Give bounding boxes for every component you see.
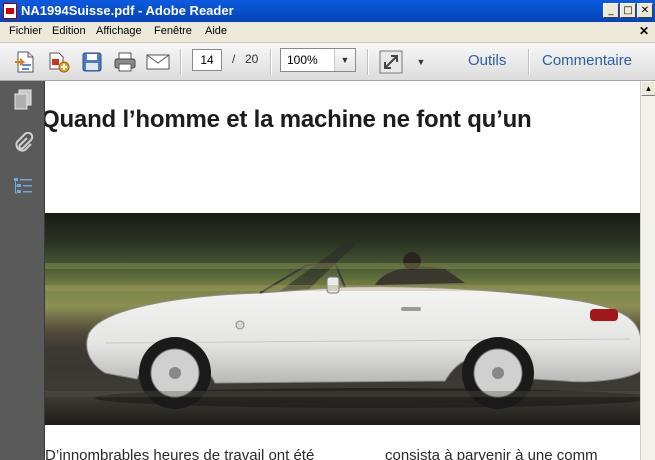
menu-affichage[interactable]: Affichage xyxy=(96,25,142,37)
close-button[interactable]: ✕ xyxy=(637,3,653,18)
window-controls: _ □ ✕ xyxy=(603,3,653,18)
zoom-dropdown-icon[interactable]: ▼ xyxy=(334,49,355,71)
document-close-icon[interactable]: ✕ xyxy=(639,24,649,38)
navigation-pane xyxy=(0,81,45,460)
minimize-button[interactable]: _ xyxy=(603,3,619,18)
motion-blur-band xyxy=(45,263,640,269)
toolbar-separator xyxy=(367,49,369,75)
email-icon[interactable] xyxy=(145,49,171,75)
toolbar-separator xyxy=(180,49,182,75)
window-title: NA1994Suisse.pdf - Adobe Reader xyxy=(21,3,234,18)
menu-fenetre[interactable]: Fenêtre xyxy=(154,25,192,37)
menu-aide[interactable]: Aide xyxy=(205,25,227,37)
print-icon[interactable] xyxy=(112,49,138,75)
zoom-select[interactable]: 100% ▼ xyxy=(280,48,356,72)
pdf-app-icon xyxy=(3,3,17,19)
scroll-up-arrow-icon[interactable]: ▲ xyxy=(641,81,655,96)
vertical-scrollbar[interactable]: ▲ xyxy=(640,81,655,460)
toolbar-separator xyxy=(270,49,272,75)
motion-blur-band xyxy=(45,285,640,291)
zoom-value: 100% xyxy=(287,53,318,67)
fit-page-icon[interactable] xyxy=(378,49,404,75)
body-text-column-1: D’innombrables heures de travail ont été xyxy=(45,447,315,460)
save-icon[interactable] xyxy=(79,49,105,75)
page-separator: / xyxy=(232,52,236,66)
toolbar-separator xyxy=(528,49,530,75)
menu-fichier[interactable]: Fichier xyxy=(9,25,42,37)
maximize-button[interactable]: □ xyxy=(620,3,636,18)
title-bar: NA1994Suisse.pdf - Adobe Reader _ □ ✕ xyxy=(0,0,655,22)
page-total: 20 xyxy=(245,52,259,66)
motion-blur-band xyxy=(45,391,640,397)
attachments-paperclip-icon[interactable] xyxy=(12,131,34,154)
document-page[interactable]: Quand l’homme et la machine ne font qu’u… xyxy=(45,81,640,460)
bookmarks-icon[interactable] xyxy=(12,176,34,198)
menu-edition[interactable]: Edition xyxy=(52,25,86,37)
roadster-photo xyxy=(45,213,640,425)
menu-bar: Fichier Edition Affichage Fenêtre Aide ✕ xyxy=(0,22,655,43)
page-heading: Quand l’homme et la machine ne font qu’u… xyxy=(45,106,532,133)
comment-pane-button[interactable]: Commentaire xyxy=(542,52,632,69)
create-pdf-icon[interactable] xyxy=(12,49,38,75)
tools-pane-button[interactable]: Outils xyxy=(468,52,506,69)
view-options-chevron-icon[interactable]: ▼ xyxy=(408,49,434,75)
page-number-input[interactable]: 14 xyxy=(192,49,222,71)
page-thumbnails-icon[interactable] xyxy=(12,89,34,111)
body-text-column-2: consista à parvenir à une comm xyxy=(385,447,598,460)
combine-files-icon[interactable] xyxy=(45,49,71,75)
